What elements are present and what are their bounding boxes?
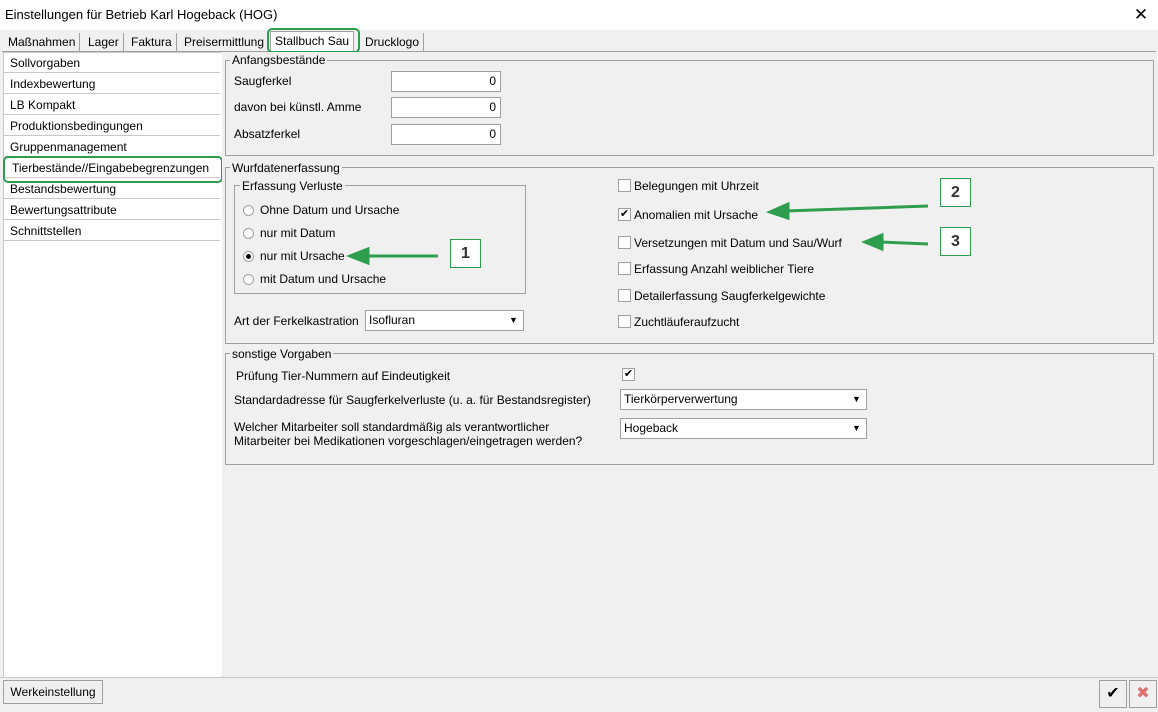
arrow-2-head [765, 201, 790, 221]
ok-button[interactable]: ✔ [1099, 680, 1127, 708]
callout-1: 1 [450, 239, 481, 268]
cancel-button[interactable]: ✖ [1129, 680, 1157, 708]
arrow-3-line [879, 240, 929, 246]
callout-2: 2 [940, 178, 971, 207]
callout-3: 3 [940, 227, 971, 256]
arrow-3-head [861, 232, 884, 252]
werkeinstellung-button[interactable]: Werkeinstellung [3, 680, 103, 704]
annotation-arrows [345, 201, 929, 266]
footer-bar [0, 677, 1158, 712]
arrow-2-line [784, 204, 929, 213]
arrow-1-head [345, 246, 370, 266]
